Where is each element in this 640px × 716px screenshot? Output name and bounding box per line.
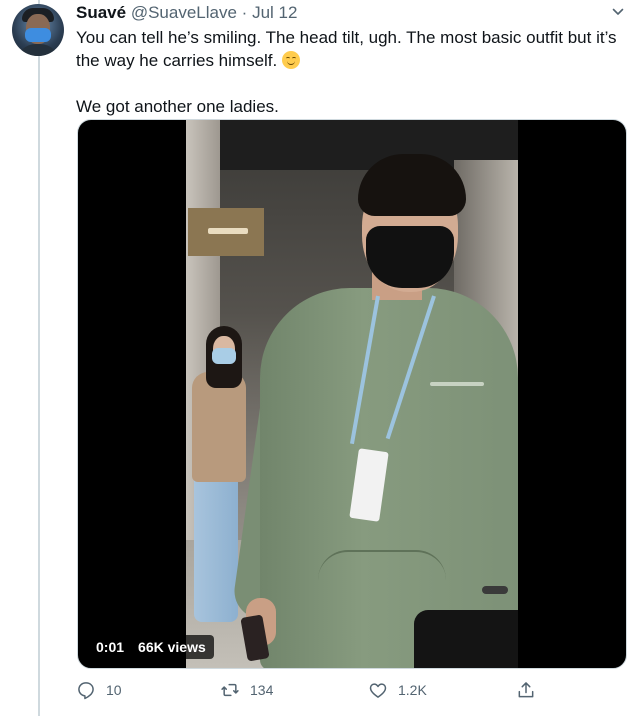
dot-separator: · xyxy=(241,3,248,22)
video-views: 66K views xyxy=(138,639,206,655)
share-icon xyxy=(518,682,534,698)
author-handle[interactable]: @SuaveLlave xyxy=(131,3,237,22)
video-timestamp: 0:01 xyxy=(96,639,125,655)
retweet-button[interactable]: 134 xyxy=(220,680,273,700)
chevron-down-icon[interactable] xyxy=(612,6,624,18)
reply-icon xyxy=(78,682,94,700)
avatar[interactable] xyxy=(12,4,64,56)
video-stats-badge: 0:01 66K views xyxy=(88,635,214,659)
retweet-icon xyxy=(221,683,239,697)
reply-button[interactable]: 10 xyxy=(76,680,122,700)
heart-icon xyxy=(369,683,387,698)
reply-count: 10 xyxy=(106,682,122,698)
thread-line xyxy=(38,0,40,716)
video-player[interactable]: 0:01 66K views xyxy=(77,119,627,669)
video-frame xyxy=(186,120,518,668)
like-button[interactable]: 1.2K xyxy=(368,680,427,700)
like-count: 1.2K xyxy=(398,682,427,698)
tweet-body: You can tell he’s smiling. The head tilt… xyxy=(76,26,626,118)
author-name[interactable]: Suavé xyxy=(76,3,126,22)
tweet-date[interactable]: Jul 12 xyxy=(252,3,297,22)
retweet-count: 134 xyxy=(250,682,274,698)
share-button[interactable] xyxy=(516,680,536,700)
tweet-actions: 10 134 1.2K xyxy=(76,680,546,704)
tweet-text-line-2: We got another one ladies. xyxy=(76,97,279,116)
tweet-text-line-1: You can tell he’s smiling. The head tilt… xyxy=(76,28,617,70)
tweet-header: Suavé @SuaveLlave · Jul 12 xyxy=(76,3,297,23)
relieved-face-icon xyxy=(281,51,300,69)
